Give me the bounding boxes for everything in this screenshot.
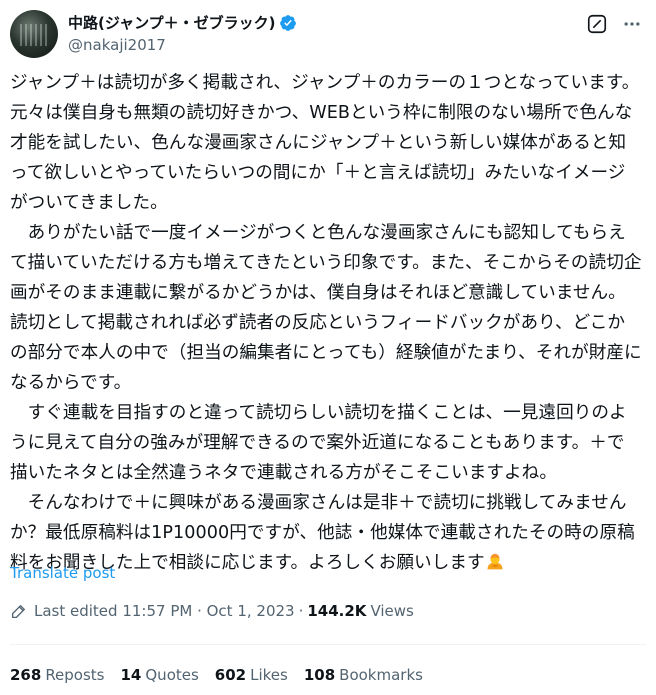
edited-timestamp[interactable]: Last edited 11:57 PM · Oct 1, 2023 (34, 601, 295, 621)
stat-label: Quotes (145, 666, 199, 684)
divider (10, 644, 646, 645)
likes-stat[interactable]: 602 Likes (215, 665, 288, 685)
stat-label: Bookmarks (339, 666, 423, 684)
post-text-content: ジャンプ＋は読切が多く掲載され、ジャンプ＋のカラーの１つとなっています。元々は僕… (10, 73, 642, 573)
stat-label: Reposts (45, 666, 105, 684)
grok-icon[interactable] (586, 13, 608, 35)
more-options-icon[interactable] (622, 14, 642, 34)
stat-count: 14 (120, 666, 142, 684)
pencil-icon[interactable] (10, 602, 28, 620)
views-label: Views (370, 602, 414, 620)
views-count: 144.2K (307, 602, 367, 620)
avatar[interactable] (10, 10, 58, 58)
display-name[interactable]: 中路(ジャンプ＋・ゼブラック) (68, 13, 276, 33)
post-detail: 中路(ジャンプ＋・ゼブラック) @nakaji2017 ジャンプ＋は読切が多く掲… (0, 0, 656, 695)
engagement-stats: 268 Reposts 14 Quotes 602 Likes 108 Bookmark… (10, 665, 439, 685)
author-handle[interactable]: @nakaji2017 (68, 35, 297, 55)
quotes-stat[interactable]: 14 Quotes (121, 665, 199, 685)
post-text: ジャンプ＋は読切が多く掲載され、ジャンプ＋のカラーの１つとなっています。元々は僕… (10, 68, 642, 578)
person-bowing-emoji (487, 553, 503, 570)
stat-label: Likes (250, 666, 288, 684)
author-names: 中路(ジャンプ＋・ゼブラック) @nakaji2017 (68, 13, 297, 55)
post-meta: Last edited 11:57 PM · Oct 1, 2023 · 144… (10, 601, 414, 621)
stat-count: 268 (10, 666, 42, 684)
translate-post-link[interactable]: Translate post (10, 563, 115, 583)
post-header: 中路(ジャンプ＋・ゼブラック) @nakaji2017 (10, 10, 644, 58)
verified-badge-icon (279, 15, 296, 31)
bookmarks-stat[interactable]: 108 Bookmarks (304, 665, 423, 685)
reposts-stat[interactable]: 268 Reposts (10, 665, 105, 685)
display-name-row: 中路(ジャンプ＋・ゼブラック) (68, 13, 297, 33)
stat-count: 602 (214, 666, 247, 684)
stat-count: 108 (303, 666, 336, 684)
meta-separator: · (298, 602, 304, 620)
